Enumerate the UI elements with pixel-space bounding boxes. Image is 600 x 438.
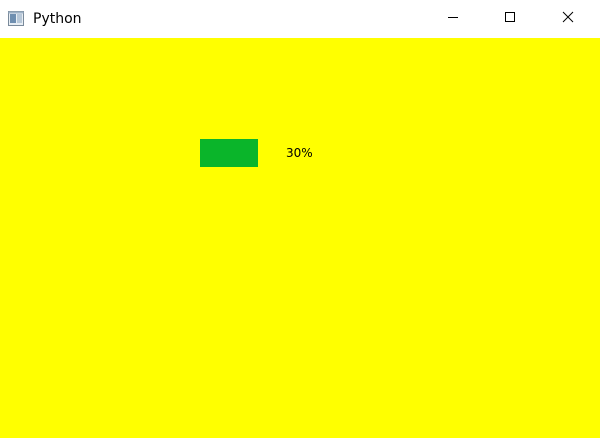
python-window-icon[interactable]: [8, 11, 24, 26]
maximize-button[interactable]: [487, 0, 533, 38]
title-bar[interactable]: Python: [0, 0, 600, 38]
maximize-icon: [504, 10, 516, 28]
close-button[interactable]: [545, 0, 591, 38]
progress-fill: [200, 139, 258, 167]
app-window: Python 30%: [0, 0, 600, 438]
progress-text: 30%: [286, 146, 313, 160]
minimize-icon: [447, 10, 459, 28]
client-area: 30%: [0, 38, 600, 438]
progress-track: [200, 139, 258, 167]
close-icon: [562, 10, 574, 28]
minimize-button[interactable]: [430, 0, 476, 38]
window-title: Python: [33, 11, 82, 27]
progress-bar: 30%: [200, 139, 316, 167]
